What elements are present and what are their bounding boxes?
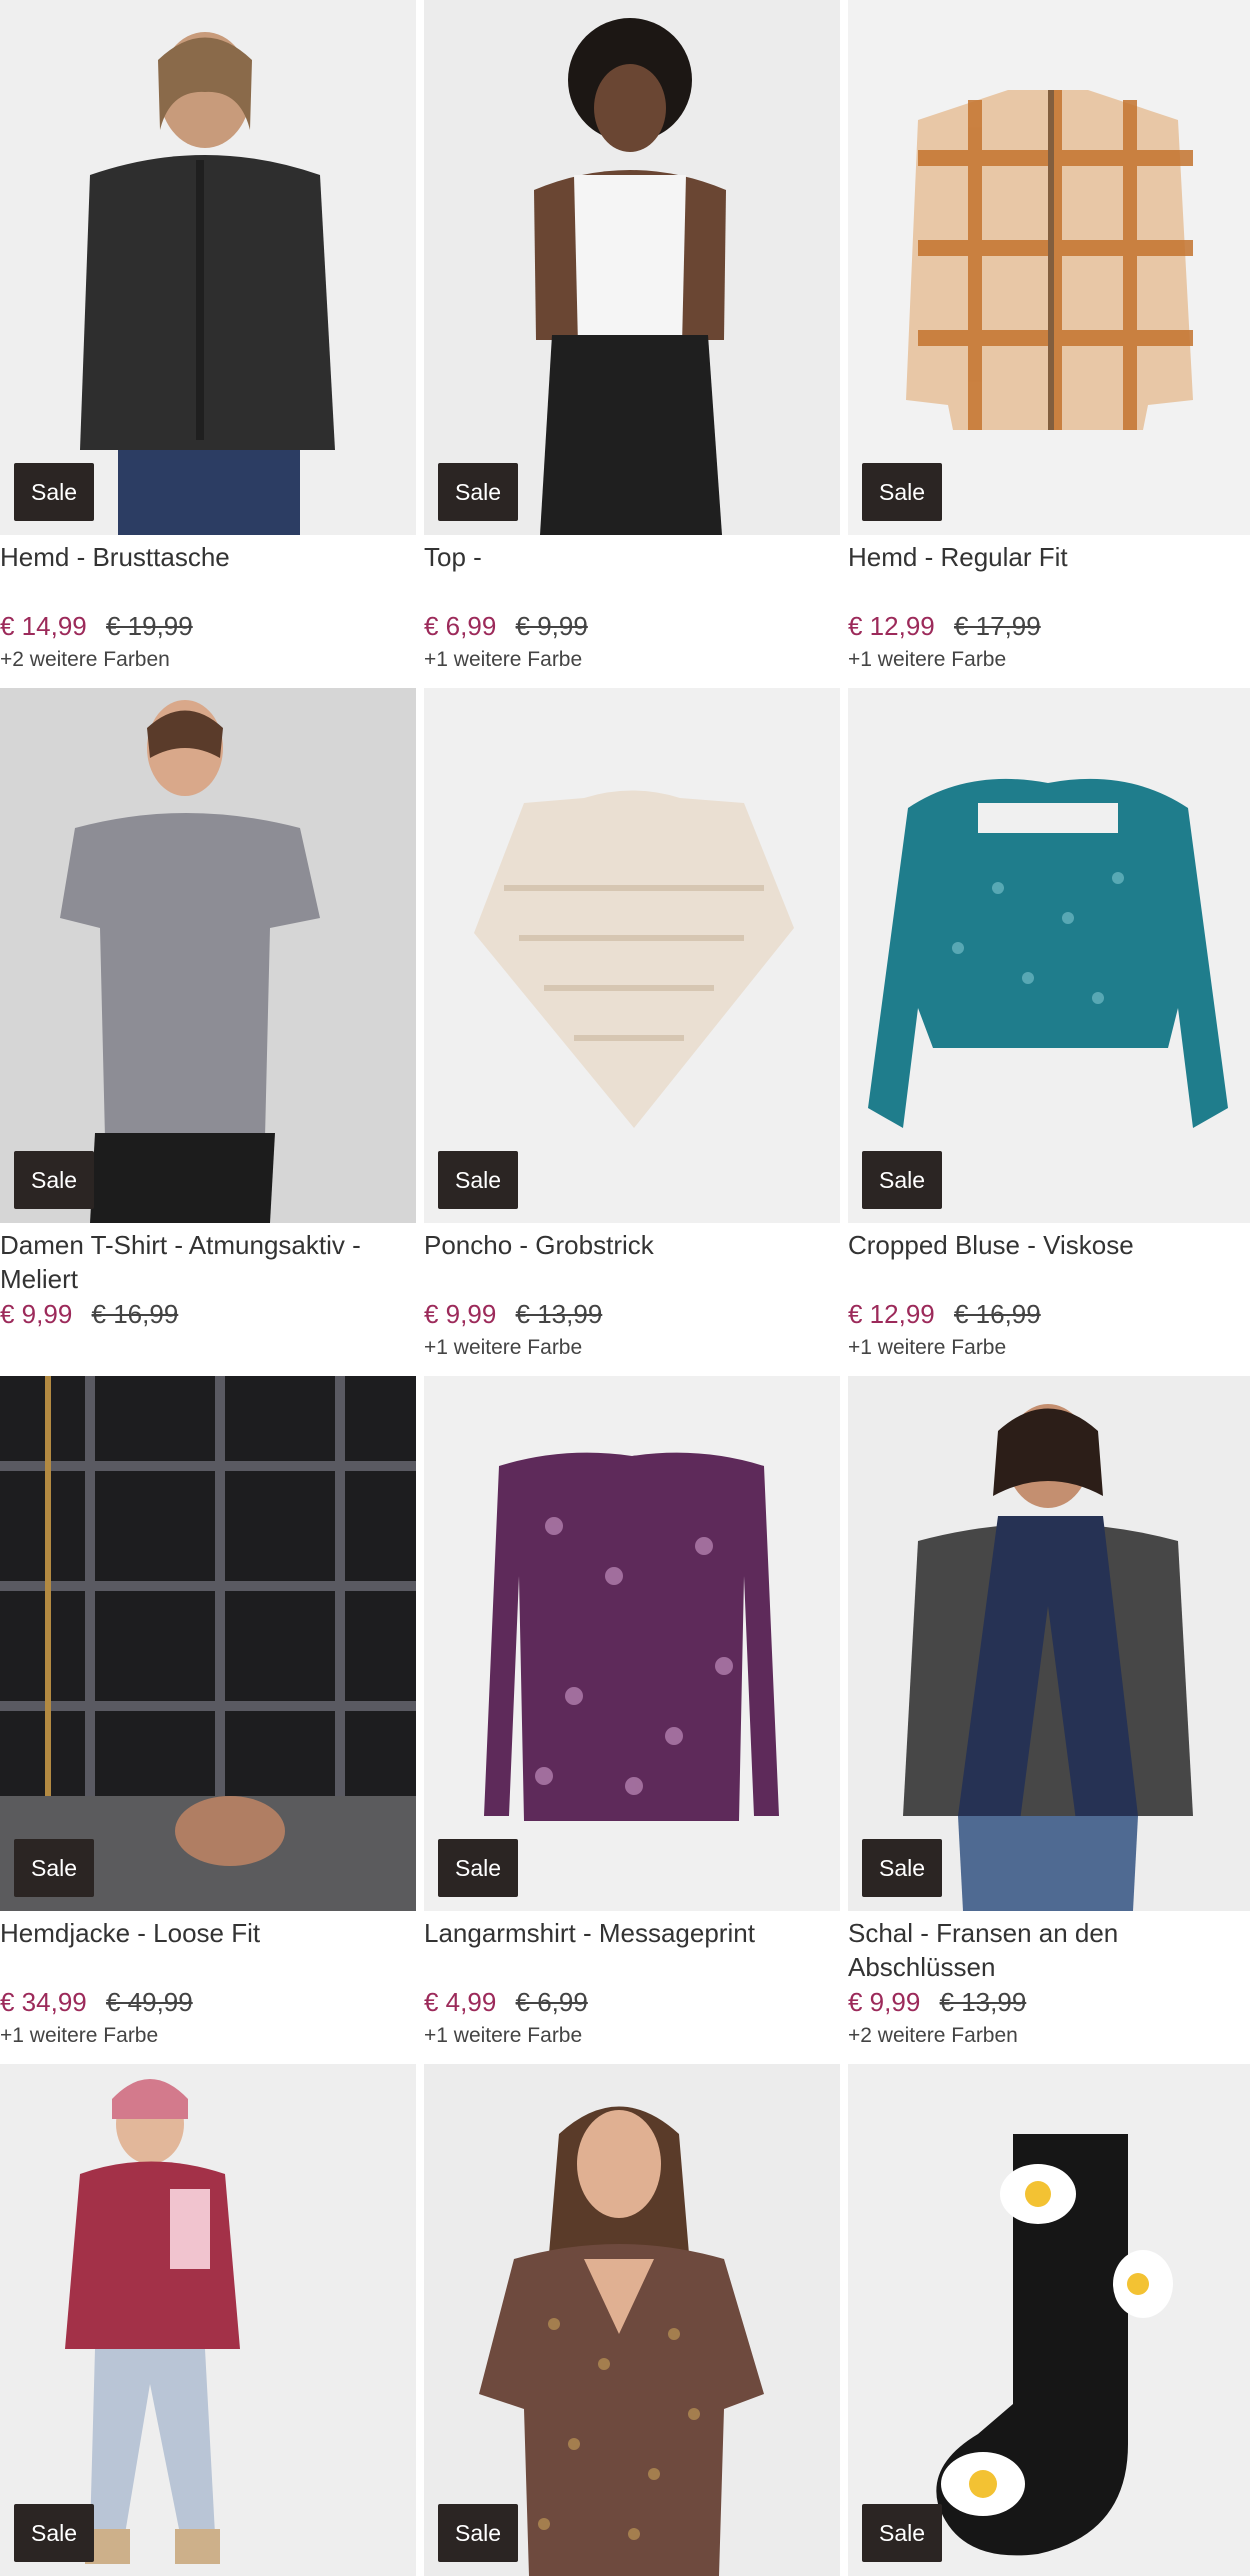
color-variants[interactable]: +1 weitere Farbe [848,1334,1250,1362]
product-prices: € 4,99 € 6,99 [424,1986,840,2018]
original-price: € 6,99 [515,1987,588,2017]
sale-badge: Sale [14,2504,95,2562]
product-image[interactable]: Sale [424,0,840,535]
product-prices: € 34,99 € 49,99 [0,1986,416,2018]
sale-badge: Sale [438,1151,519,1209]
product-card[interactable]: Sale [424,2064,840,2576]
product-image[interactable]: Sale [0,0,416,535]
sale-price: € 9,99 [848,1987,921,2017]
original-price: € 49,99 [105,1987,193,2017]
product-card[interactable]: Sale Hemd - Regular Fit € 12,99 € 17,99 … [848,0,1250,688]
product-card[interactable]: Sale Damen T-Shirt - Atmungsaktiv - Meli… [0,688,416,1376]
product-image[interactable]: Sale [0,2064,416,2576]
product-title[interactable]: Hemd - Regular Fit [848,540,1250,608]
original-price: € 13,99 [939,1987,1027,2017]
sale-badge: Sale [862,1151,943,1209]
product-card[interactable]: Sale Poncho - Grobstrick € 9,99 € 13,99 … [424,688,840,1376]
product-grid: Sale Hemd - Brusttasche € 14,99 € 19,99 … [0,0,1250,2576]
original-price: € 17,99 [953,611,1041,641]
kid-fleece-jacket-image [0,2064,416,2576]
product-card[interactable]: Sale Schal - Fransen an den Abschlüssen … [848,1376,1250,2064]
product-prices: € 14,99 € 19,99 [0,610,416,642]
color-variants[interactable]: +1 weitere Farbe [0,2022,416,2050]
color-variants[interactable]: +1 weitere Farbe [424,1334,840,1362]
product-card[interactable]: Sale [848,2064,1250,2576]
product-prices: € 12,99 € 17,99 [848,610,1250,642]
product-image[interactable]: Sale [424,688,840,1223]
product-image[interactable]: Sale [848,2064,1250,2576]
product-image[interactable]: Sale [0,688,416,1223]
sale-price: € 12,99 [848,611,935,641]
woman-grey-tshirt-image [0,688,416,1223]
color-variants[interactable]: +1 weitere Farbe [424,2022,840,2050]
sale-badge: Sale [862,2504,943,2562]
product-image[interactable]: Sale [848,0,1250,535]
product-image[interactable]: Sale [848,688,1250,1223]
sale-badge: Sale [438,2504,519,2562]
product-prices: € 6,99 € 9,99 [424,610,840,642]
product-title[interactable]: Schal - Fransen an den Abschlüssen [848,1916,1250,1984]
sale-badge: Sale [14,463,95,521]
product-title[interactable]: Hemdjacke - Loose Fit [0,1916,416,1984]
product-image[interactable]: Sale [848,1376,1250,1911]
original-price: € 19,99 [105,611,193,641]
knit-poncho-image [424,688,840,1223]
product-title[interactable]: Top - [424,540,840,608]
man-dark-shirt-image [0,0,416,535]
plaid-shirt-orange-image [848,0,1250,535]
teal-blouse-image [848,688,1250,1223]
product-title[interactable]: Poncho - Grobstrick [424,1228,840,1296]
product-card[interactable]: Sale Cropped Bluse - Viskose € 12,99 € 1… [848,688,1250,1376]
sale-badge: Sale [438,1839,519,1897]
sale-price: € 9,99 [0,1299,73,1329]
product-image[interactable]: Sale [0,1376,416,1911]
woman-navy-scarf-image [848,1376,1250,1911]
color-variants[interactable]: +1 weitere Farbe [424,646,840,674]
product-title[interactable]: Hemd - Brusttasche [0,540,416,608]
product-prices: € 9,99 € 13,99 [848,1986,1250,2018]
original-price: € 16,99 [953,1299,1041,1329]
product-image[interactable]: Sale [424,1376,840,1911]
original-price: € 13,99 [515,1299,603,1329]
sale-price: € 6,99 [424,611,497,641]
product-card[interactable]: Sale Top - € 6,99 € 9,99 +1 weitere Farb… [424,0,840,688]
purple-longsleeve-image [424,1376,840,1911]
sale-price: € 9,99 [424,1299,497,1329]
sale-price: € 34,99 [0,1987,87,2017]
sale-badge: Sale [14,1151,95,1209]
product-title[interactable]: Damen T-Shirt - Atmungsaktiv - Meliert [0,1228,416,1296]
product-card[interactable]: Sale Hemdjacke - Loose Fit € 34,99 € 49,… [0,1376,416,2064]
color-variants[interactable]: +2 weitere Farben [0,646,416,674]
product-card[interactable]: Sale Hemd - Brusttasche € 14,99 € 19,99 … [0,0,416,688]
product-card[interactable]: Sale Langarmshirt - Messageprint € 4,99 … [424,1376,840,2064]
product-title[interactable]: Langarmshirt - Messageprint [424,1916,840,1984]
woman-floral-dress-image [424,2064,840,2576]
sale-price: € 4,99 [424,1987,497,2017]
product-title[interactable]: Cropped Bluse - Viskose [848,1228,1250,1296]
color-variants[interactable]: +1 weitere Farbe [848,646,1250,674]
sale-badge: Sale [862,463,943,521]
product-card[interactable]: Sale [0,2064,416,2576]
color-variants[interactable]: +2 weitere Farben [848,2022,1250,2050]
sale-price: € 12,99 [848,1299,935,1329]
plaid-jacket-image [0,1376,416,1911]
original-price: € 16,99 [91,1299,179,1329]
sale-badge: Sale [14,1839,95,1897]
product-prices: € 12,99 € 16,99 [848,1298,1250,1330]
egg-socks-image [848,2064,1250,2576]
sale-badge: Sale [862,1839,943,1897]
product-image[interactable]: Sale [424,2064,840,2576]
product-prices: € 9,99 € 13,99 [424,1298,840,1330]
woman-white-top-image [424,0,840,535]
product-prices: € 9,99 € 16,99 [0,1298,416,1330]
sale-badge: Sale [438,463,519,521]
original-price: € 9,99 [515,611,588,641]
sale-price: € 14,99 [0,611,87,641]
